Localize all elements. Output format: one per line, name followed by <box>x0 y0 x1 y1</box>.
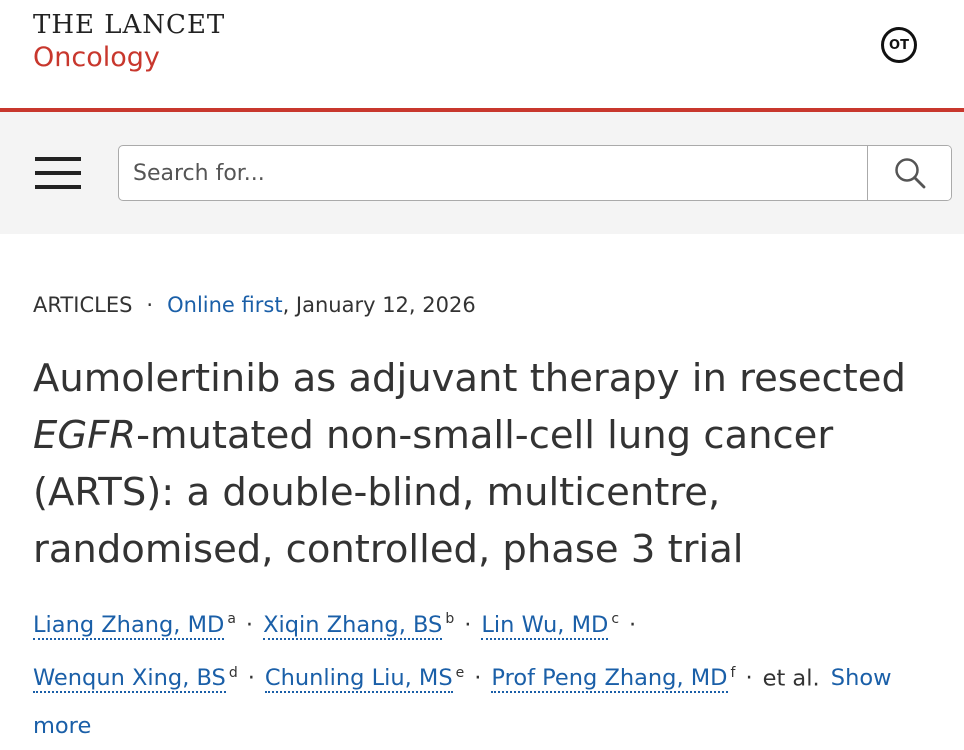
meta-separator: · <box>146 293 154 317</box>
author-link[interactable]: Chunling Liu, MS <box>264 665 453 693</box>
article-meta: ARTICLES · Online first, January 12, 2026 <box>33 293 476 317</box>
author-link[interactable]: Liang Zhang, MD <box>33 611 225 640</box>
search-input[interactable] <box>119 146 867 200</box>
publication-date: , January 12, 2026 <box>282 293 476 317</box>
author-link[interactable]: Wenqun Xing, BS <box>33 665 226 693</box>
affiliation-marker: b <box>445 611 455 627</box>
affiliation-marker: e <box>455 664 465 681</box>
author-separator: · <box>629 611 637 638</box>
author-separator: · <box>245 611 254 638</box>
author-link[interactable]: Lin Wu, MD <box>481 611 609 640</box>
article-title: Aumolertinib as adjuvant therapy in rese… <box>33 356 906 572</box>
affiliation-marker: f <box>730 664 736 681</box>
author-link[interactable]: Xiqin Zhang, BS <box>263 611 443 640</box>
search-button[interactable] <box>867 146 951 200</box>
journal-badge[interactable]: OT <box>881 27 917 63</box>
hamburger-menu-icon[interactable] <box>33 155 83 191</box>
search-form <box>118 145 952 201</box>
search-bar-section <box>0 112 964 234</box>
affiliation-marker: d <box>228 664 238 681</box>
affiliation-marker: c <box>611 611 620 627</box>
site-header: THE LANCET Oncology OT <box>0 0 964 108</box>
author-separator: · <box>474 665 482 691</box>
author-separator: · <box>745 665 753 691</box>
author-link[interactable]: Prof Peng Zhang, MD <box>491 665 728 693</box>
et-al: et al. <box>762 665 820 691</box>
author-separator: · <box>247 665 255 691</box>
journal-logo-publisher[interactable]: THE LANCET <box>33 10 225 40</box>
author-separator: · <box>464 611 472 638</box>
author-list: Liang Zhang, MD a · Xiqin Zhang, BS b · Lin Wu… <box>33 595 938 750</box>
journal-logo-title[interactable]: Oncology <box>33 42 160 73</box>
online-first-link[interactable]: Online first <box>167 293 282 317</box>
search-icon <box>894 158 925 189</box>
article-type: ARTICLES <box>33 293 133 317</box>
affiliation-marker: a <box>227 611 236 627</box>
